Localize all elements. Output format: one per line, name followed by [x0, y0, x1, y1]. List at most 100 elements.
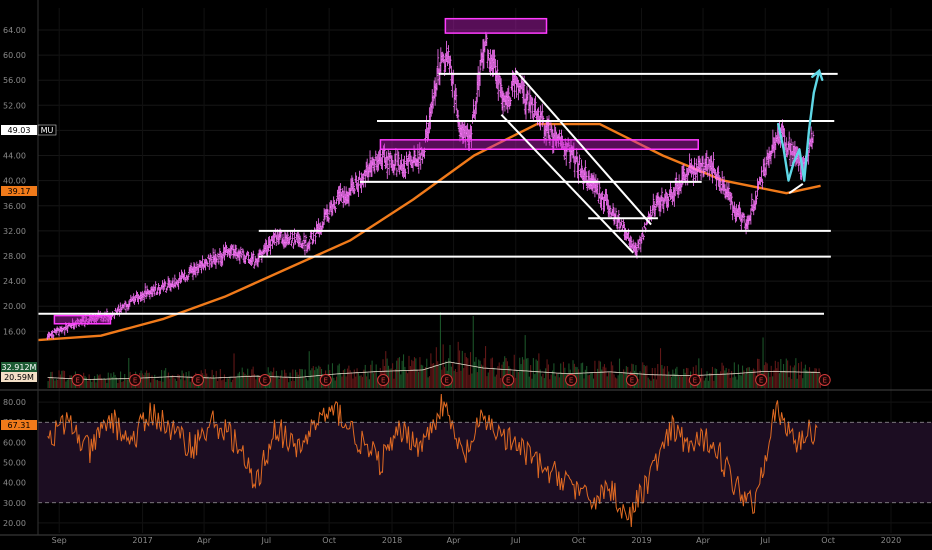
volume-bar: [125, 378, 127, 388]
volume-bar: [439, 312, 441, 388]
volume-bar: [145, 370, 148, 388]
volume-bar: [411, 359, 413, 388]
rsi-label: 67.31: [8, 421, 31, 430]
volume-bar: [728, 368, 730, 388]
volume-bar: [418, 371, 420, 388]
volume-bar: [594, 360, 596, 388]
volume-bar: [63, 370, 66, 388]
volume-bar: [305, 378, 308, 388]
volume-bar: [580, 363, 582, 388]
volume-bar: [576, 367, 578, 388]
volume-bar: [94, 376, 96, 388]
volume-bar: [148, 372, 150, 388]
volume-bar: [528, 376, 530, 388]
volume-bar: [223, 374, 226, 388]
volume-bar: [618, 358, 621, 388]
volume-bar: [232, 379, 234, 388]
volume-bar: [677, 375, 679, 388]
volume-bar: [99, 374, 101, 388]
volume-bar: [799, 374, 801, 388]
earnings-marker: E: [191, 374, 204, 386]
volume-bar: [294, 369, 297, 388]
volume-bar: [435, 347, 437, 388]
volume-bar: [482, 365, 484, 388]
volume-bar: [777, 361, 779, 388]
volume-bar: [409, 366, 411, 388]
volume-bar: [649, 379, 651, 388]
volume-bar: [398, 357, 400, 388]
volume-bar: [70, 375, 72, 388]
volume-bar: [796, 378, 798, 388]
earnings-marker-label: E: [630, 377, 634, 385]
volume-bar: [162, 381, 164, 388]
volume-bar: [318, 365, 320, 388]
volume-bar: [182, 373, 184, 388]
volume-bar: [472, 315, 474, 388]
volume-bar: [740, 375, 742, 388]
volume-bar: [282, 377, 284, 388]
volume-bar: [665, 374, 667, 388]
time-tick-label: Oct: [322, 536, 336, 545]
volume-bar: [523, 359, 525, 388]
earnings-marker-label: E: [263, 377, 267, 385]
volume-bar: [161, 369, 163, 388]
volume-bar: [714, 368, 716, 388]
volume-bar: [602, 366, 604, 388]
volume-bar: [647, 377, 649, 388]
volume-bar: [228, 378, 230, 388]
volume-bar: [608, 371, 610, 388]
volume-bar: [612, 365, 614, 388]
volume-bar: [646, 365, 648, 388]
volume-bar: [746, 368, 748, 388]
volume-bar: [357, 372, 359, 388]
volume-bar: [256, 374, 258, 388]
volume-label-2: 20.59M: [4, 373, 34, 382]
volume-bar: [668, 371, 670, 388]
volume-bar: [547, 364, 549, 388]
volume-bar: [651, 368, 653, 388]
volume-bar: [299, 368, 301, 388]
volume-bar: [393, 378, 395, 388]
volume-bar: [255, 379, 257, 388]
volume-bar: [661, 365, 663, 388]
volume-bar: [545, 368, 547, 388]
volume-bar: [519, 357, 521, 388]
volume-bar: [281, 370, 283, 388]
volume-bar: [315, 366, 317, 388]
volume-bar: [530, 365, 532, 388]
volume-bar: [174, 378, 176, 388]
volume-bar: [808, 367, 811, 388]
volume-bar: [588, 374, 590, 388]
volume-bar: [185, 372, 187, 388]
volume-bar: [681, 376, 683, 388]
volume-bar: [483, 358, 485, 388]
stock-chart[interactable]: E E E E E E E E E E E E E 16.00 20.00 24.00 28.00 32.00 3…: [0, 0, 932, 550]
earnings-marker-label: E: [569, 377, 573, 385]
volume-bar: [226, 378, 228, 388]
earnings-marker-label: E: [133, 377, 137, 385]
earnings-marker: E: [565, 374, 578, 386]
earnings-marker-label: E: [693, 377, 697, 385]
earnings-marker-label: E: [381, 377, 385, 385]
volume-bar: [84, 375, 86, 388]
volume-bar: [419, 357, 421, 388]
volume-bar: [788, 377, 790, 388]
volume-bar: [66, 379, 68, 388]
volume-bar: [460, 370, 462, 388]
price-tick-label: 20.00: [3, 302, 26, 311]
volume-bar: [485, 346, 487, 388]
volume-bar: [707, 380, 709, 388]
volume-bar: [725, 367, 727, 388]
volume-bar: [48, 377, 51, 388]
volume-bar: [556, 373, 558, 388]
volume-bar: [248, 374, 250, 388]
volume-bar: [456, 371, 458, 388]
rsi-badge: 67.31: [1, 420, 37, 430]
volume-bar: [297, 374, 299, 388]
volume-bar: [474, 361, 476, 388]
volume-bar: [89, 379, 92, 388]
earnings-marker-label: E: [759, 377, 763, 385]
volume-bar: [240, 378, 242, 388]
time-tick-label: Apr: [197, 536, 212, 545]
volume-bar: [434, 364, 436, 388]
